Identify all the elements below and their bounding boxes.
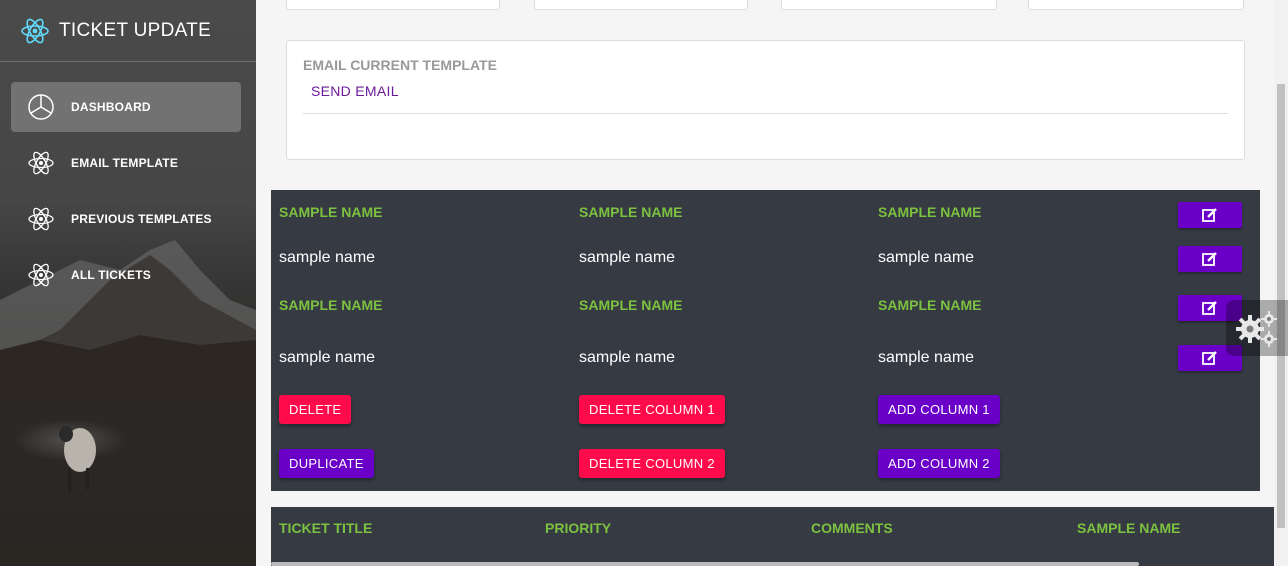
grid-cell[interactable]: sample name — [878, 249, 974, 267]
delete-column-2-button[interactable]: DELETE COLUMN 2 — [579, 449, 725, 478]
grid-header-cell[interactable]: SAMPLE NAME — [279, 204, 382, 220]
atom-icon — [27, 149, 55, 177]
sidebar-nav: DASHBOARD EMAIL TEMPLATE PREVIOUS TEMPLA… — [0, 62, 256, 300]
settings-button[interactable] — [1226, 300, 1288, 356]
sheep-image — [59, 426, 96, 492]
edit-button[interactable] — [1178, 246, 1242, 272]
grid-header-cell[interactable]: SAMPLE NAME — [279, 297, 382, 313]
sidebar-item-label: ALL TICKETS — [71, 268, 151, 282]
sidebar-item-email-template[interactable]: EMAIL TEMPLATE — [11, 138, 241, 188]
sidebar-item-previous-templates[interactable]: PREVIOUS TEMPLATES — [11, 194, 241, 244]
top-input-3[interactable] — [781, 0, 997, 10]
tickets-table: TICKET TITLE PRIORITY COMMENTS SAMPLE NA… — [271, 507, 1274, 566]
template-grid: SAMPLE NAME SAMPLE NAME SAMPLE NAME samp… — [271, 190, 1260, 491]
edit-icon — [1202, 252, 1217, 266]
sidebar-item-label: PREVIOUS TEMPLATES — [71, 212, 212, 226]
app-brand[interactable]: TICKET UPDATE — [0, 0, 256, 62]
grid-header-cell[interactable]: SAMPLE NAME — [878, 204, 981, 220]
grid-cell[interactable]: sample name — [878, 349, 974, 367]
delete-button[interactable]: DELETE — [279, 395, 352, 424]
edit-icon — [1202, 351, 1217, 365]
column-header[interactable]: SAMPLE NAME — [1077, 520, 1180, 536]
top-input-1[interactable] — [286, 0, 500, 10]
main-content: EMAIL CURRENT TEMPLATE SEND EMAIL SAMPLE… — [256, 0, 1274, 566]
sidebar: TICKET UPDATE DASHBOARD EMAIL TEMPLATE P… — [0, 0, 256, 566]
edit-button[interactable] — [1178, 202, 1242, 228]
add-column-2-button[interactable]: ADD COLUMN 2 — [878, 449, 1000, 478]
top-input-2[interactable] — [534, 0, 748, 10]
column-header[interactable]: TICKET TITLE — [279, 520, 372, 536]
duplicate-button[interactable]: DUPLICATE — [279, 449, 374, 478]
grid-header-cell[interactable]: SAMPLE NAME — [579, 297, 682, 313]
gears-icon — [1236, 311, 1277, 347]
sidebar-item-label: DASHBOARD — [71, 100, 151, 114]
email-template-card: EMAIL CURRENT TEMPLATE SEND EMAIL — [286, 40, 1245, 160]
grid-cell[interactable]: sample name — [279, 349, 375, 367]
edit-icon — [1202, 301, 1217, 315]
grid-header-cell[interactable]: SAMPLE NAME — [878, 297, 981, 313]
grid-cell[interactable]: sample name — [279, 249, 375, 267]
sidebar-item-dashboard[interactable]: DASHBOARD — [11, 82, 241, 132]
column-header[interactable]: PRIORITY — [545, 520, 611, 536]
send-email-link[interactable]: SEND EMAIL — [311, 83, 399, 99]
grid-cell[interactable]: sample name — [579, 349, 675, 367]
card-title: EMAIL CURRENT TEMPLATE — [303, 57, 497, 73]
react-logo-icon — [21, 18, 49, 43]
edit-icon — [1202, 208, 1217, 222]
delete-column-1-button[interactable]: DELETE COLUMN 1 — [579, 395, 725, 424]
sidebar-item-all-tickets[interactable]: ALL TICKETS — [11, 250, 241, 300]
horizontal-scrollbar[interactable] — [271, 562, 1139, 566]
sidebar-item-label: EMAIL TEMPLATE — [71, 156, 179, 170]
grid-header-cell[interactable]: SAMPLE NAME — [579, 204, 682, 220]
app-title: TICKET UPDATE — [59, 19, 212, 41]
grid-cell[interactable]: sample name — [579, 249, 675, 267]
atom-icon — [27, 205, 55, 233]
divider — [303, 113, 1228, 114]
pie-chart-icon — [27, 93, 55, 121]
top-input-4[interactable] — [1028, 0, 1244, 10]
column-header[interactable]: COMMENTS — [811, 520, 893, 536]
vertical-scrollbar[interactable] — [1274, 0, 1288, 566]
atom-icon — [27, 261, 55, 289]
add-column-1-button[interactable]: ADD COLUMN 1 — [878, 395, 1000, 424]
